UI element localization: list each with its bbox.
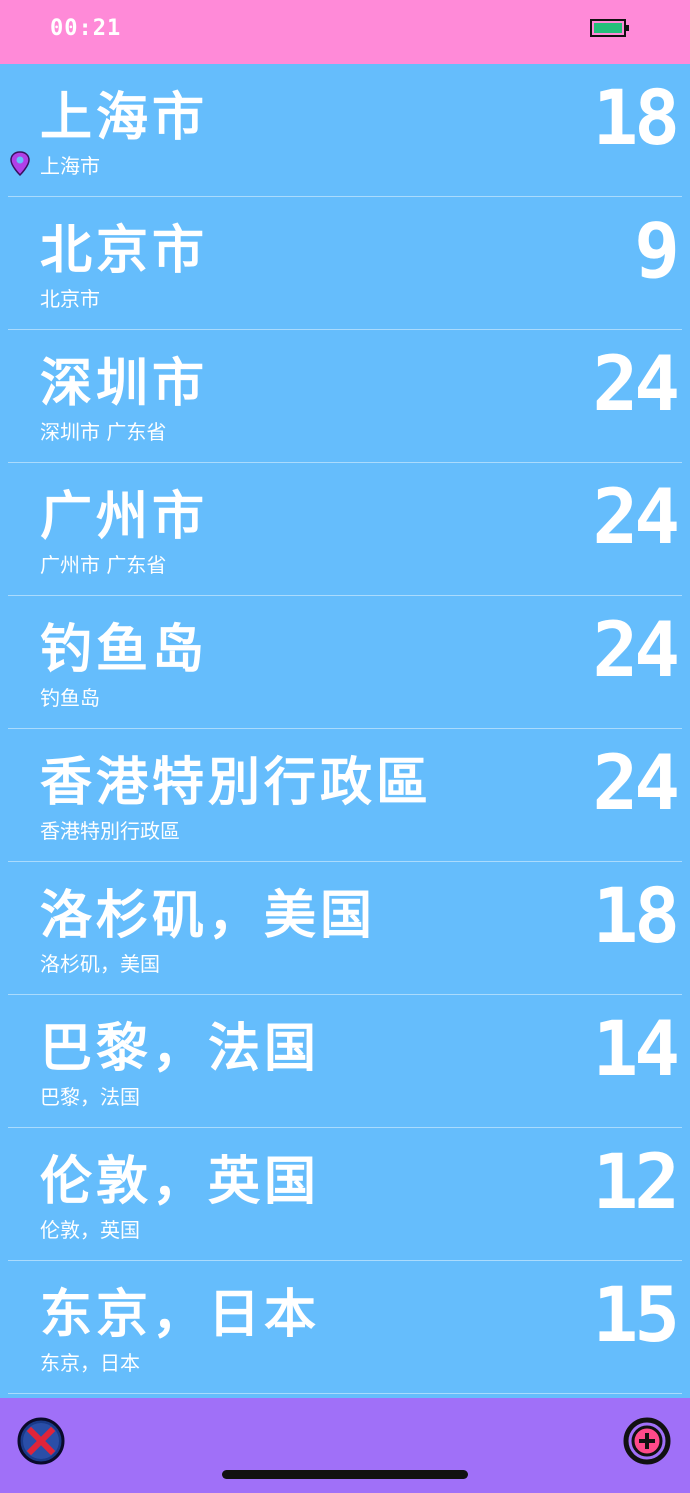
status-time: 00:21 xyxy=(50,16,122,41)
city-row-losangeles[interactable]: 洛杉矶，美国 洛杉矶，美国 18 xyxy=(0,862,690,995)
city-temperature: 24 xyxy=(592,605,679,694)
city-temperature: 9 xyxy=(634,206,680,295)
home-indicator[interactable] xyxy=(222,1470,468,1479)
city-name: 东京，日本 xyxy=(40,1285,321,1345)
city-temperature: 14 xyxy=(592,1004,679,1093)
city-name: 洛杉矶，美国 xyxy=(40,886,377,946)
bottom-toolbar xyxy=(0,1398,690,1493)
city-subtitle: 东京，日本 xyxy=(40,1351,140,1375)
city-subtitle: 上海市 xyxy=(40,154,100,178)
city-temperature: 24 xyxy=(592,738,679,827)
city-temperature: 18 xyxy=(592,73,679,162)
city-list[interactable]: 上海市 上海市 18 北京市 北京市 9 深圳市 深圳市 广东省 24 广州市 … xyxy=(0,64,690,1398)
city-name: 深圳市 xyxy=(40,354,209,414)
city-name: 香港特別行政區 xyxy=(40,753,433,813)
close-icon[interactable] xyxy=(16,1416,66,1466)
city-subtitle: 香港特別行政區 xyxy=(40,819,180,843)
city-row-guangzhou[interactable]: 广州市 广州市 广东省 24 xyxy=(0,463,690,596)
city-temperature: 18 xyxy=(592,871,679,960)
city-row-diaoyudao[interactable]: 钓鱼岛 钓鱼岛 24 xyxy=(0,596,690,729)
city-row-hongkong[interactable]: 香港特別行政區 香港特別行政區 24 xyxy=(0,729,690,862)
city-temperature: 15 xyxy=(592,1270,679,1359)
city-subtitle: 巴黎，法国 xyxy=(40,1085,140,1109)
city-name: 北京市 xyxy=(40,221,209,281)
city-temperature: 12 xyxy=(592,1137,679,1226)
city-row-shenzhen[interactable]: 深圳市 深圳市 广东省 24 xyxy=(0,330,690,463)
city-subtitle: 北京市 xyxy=(40,287,100,311)
city-name: 广州市 xyxy=(40,487,209,547)
location-pin-icon xyxy=(10,151,30,177)
add-icon[interactable] xyxy=(622,1416,672,1466)
city-row-shanghai[interactable]: 上海市 上海市 18 xyxy=(0,64,690,197)
city-name: 伦敦，英国 xyxy=(40,1152,321,1212)
city-row-beijing[interactable]: 北京市 北京市 9 xyxy=(0,197,690,330)
city-subtitle: 洛杉矶，美国 xyxy=(40,952,160,976)
city-row-paris[interactable]: 巴黎，法国 巴黎，法国 14 xyxy=(0,995,690,1128)
city-subtitle: 广州市 广东省 xyxy=(40,553,167,577)
city-row-london[interactable]: 伦敦，英国 伦敦，英国 12 xyxy=(0,1128,690,1261)
city-row-tokyo[interactable]: 东京，日本 东京，日本 15 xyxy=(0,1261,690,1394)
city-temperature: 24 xyxy=(592,339,679,428)
city-subtitle: 深圳市 广东省 xyxy=(40,420,167,444)
city-temperature: 24 xyxy=(592,472,679,561)
city-subtitle: 钓鱼岛 xyxy=(40,686,100,710)
city-name: 钓鱼岛 xyxy=(40,620,209,680)
status-bar: 00:21 xyxy=(0,0,690,64)
battery-icon xyxy=(590,19,629,37)
city-name: 巴黎，法国 xyxy=(40,1019,321,1079)
city-subtitle: 伦敦，英国 xyxy=(40,1218,140,1242)
city-name: 上海市 xyxy=(40,88,209,148)
